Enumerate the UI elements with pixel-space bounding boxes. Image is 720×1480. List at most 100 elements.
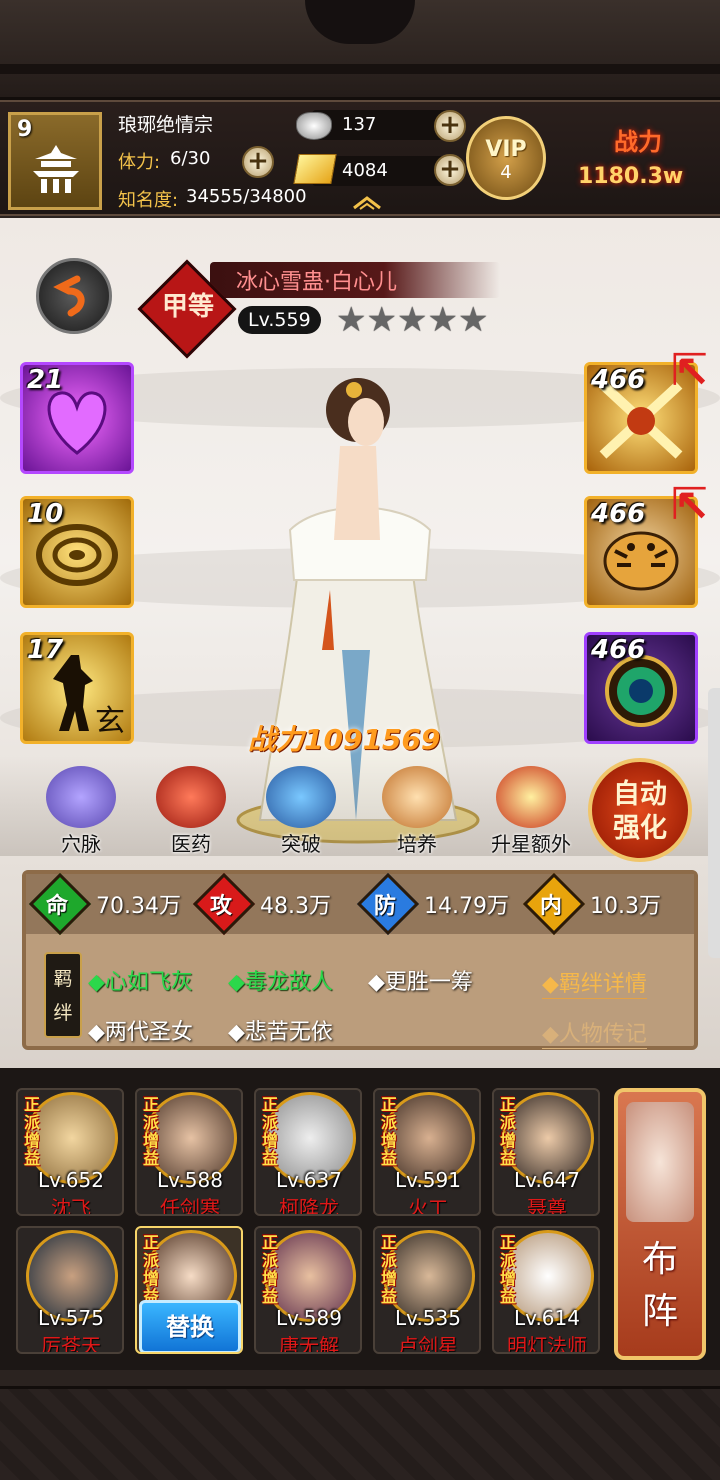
action-training[interactable]: 培养 — [372, 766, 462, 857]
action-label: 医药 — [171, 832, 211, 856]
stat-gem-label: 命 — [46, 894, 69, 919]
silver-value: 137 — [342, 114, 377, 135]
vip-level: 4 — [500, 162, 512, 183]
meridian-icon — [46, 766, 116, 828]
equipment-slot-3[interactable]: 466 — [584, 632, 698, 744]
action-breakthrough[interactable]: 突破 — [256, 766, 346, 857]
lineup-slot-6[interactable]: Lv.575 厉苍天 — [16, 1226, 124, 1354]
slot-name: 厉苍天 — [41, 1334, 101, 1354]
slot-name: 沈飞 — [51, 1196, 91, 1216]
vip-badge[interactable]: VIP 4 — [466, 116, 546, 200]
training-icon — [382, 766, 452, 828]
bond-item[interactable]: ◆毒龙故人 — [228, 964, 333, 996]
stats-panel: 命 70.34万 攻 48.3万 防 14.79万 内 10.3万 羁 绊 ◆心… — [22, 870, 698, 1050]
faction-tag: 正派增益 — [380, 1095, 397, 1168]
slot-name: 火工 — [408, 1196, 448, 1216]
equipment-slot-1[interactable]: 466 ⇱ — [584, 345, 708, 474]
slot-level: Lv.589 — [276, 1306, 342, 1330]
faction-tag: 正派增益 — [499, 1233, 516, 1306]
skill-count: 21 — [27, 365, 64, 395]
silver-bar — [312, 110, 450, 140]
equipment-slot-2[interactable]: 466 ⇱ — [584, 479, 708, 608]
bond-details-link[interactable]: ◆羁绊详情 — [542, 966, 647, 999]
slot-name: 柯降龙 — [279, 1196, 339, 1216]
bond-tag: 羁 绊 — [44, 952, 82, 1038]
faction-tag: 正派增益 — [261, 1233, 278, 1306]
bond-item[interactable]: ◆更胜一筹 — [368, 964, 473, 996]
star-icon: ★ — [396, 300, 428, 340]
bond-item[interactable]: ◆两代圣女 — [88, 1014, 193, 1046]
sect-badge[interactable]: 9 — [8, 112, 102, 210]
skill-slot-2[interactable]: 10 — [20, 496, 134, 608]
pagoda-icon — [33, 145, 79, 193]
sect-name: 琅琊绝情宗 — [118, 114, 214, 136]
lineup-slot-7-current[interactable]: 正派增益 替换 — [135, 1226, 243, 1354]
stat-value: 14.79万 — [424, 894, 509, 919]
slot-name: 聂尊 — [527, 1196, 567, 1216]
add-silver-button[interactable]: + — [434, 110, 466, 142]
bond-item[interactable]: ◆悲苦无依 — [228, 1014, 333, 1046]
upgrade-arrow-icon: ⇱ — [671, 345, 708, 396]
equipment-count: 466 — [591, 365, 646, 395]
star-rating: ★★★★★ — [336, 300, 488, 340]
bond-tag-line2: 绊 — [53, 1002, 73, 1024]
faction-tag: 正派增益 — [142, 1233, 159, 1306]
team-lineup: 正派增益 Lv.652 沈飞 正派增益 Lv.588 任剑寒 正派增益 Lv.6… — [0, 1068, 720, 1370]
fame-value: 34555/34800 — [186, 186, 307, 207]
lineup-slot-3[interactable]: 正派增益 Lv.637 柯降龙 — [254, 1088, 362, 1216]
auto-enhance-button[interactable]: 自动 强化 — [588, 758, 692, 862]
side-scroll-handle[interactable] — [708, 688, 720, 958]
action-label: 培养 — [397, 832, 437, 856]
hero-grade: 甲等 — [162, 292, 215, 322]
faction-tag: 正派增益 — [380, 1233, 397, 1306]
combat-power-value: 1180.3w — [578, 164, 684, 189]
star-icon: ★ — [336, 300, 367, 340]
auto-enhance-line2: 强化 — [613, 813, 667, 844]
hero-name: 冰心雪蛊·白心儿 — [236, 270, 397, 295]
replace-button[interactable]: 替换 — [139, 1300, 241, 1352]
roof-decoration — [0, 0, 720, 100]
slot-level: Lv.614 — [514, 1306, 580, 1330]
slot-level: Lv.575 — [38, 1306, 104, 1330]
hero-level: Lv.559 — [238, 306, 321, 334]
lineup-slot-2[interactable]: 正派增益 Lv.588 任剑寒 — [135, 1088, 243, 1216]
action-medicine[interactable]: 医药 — [146, 766, 236, 857]
chevron-up-icon[interactable] — [352, 194, 382, 210]
formation-art — [626, 1102, 694, 1222]
skill-slot-3[interactable]: 玄 17 — [20, 632, 134, 744]
gold-bar-icon — [293, 154, 337, 184]
faction-tag: 正派增益 — [23, 1095, 40, 1168]
fame-label: 知名度: — [118, 190, 179, 211]
biography-link[interactable]: ◆人物传记 — [542, 1016, 647, 1049]
footer-decoration — [0, 1386, 720, 1480]
slot-name: 明灯法师 — [507, 1334, 587, 1354]
roof-beam — [0, 64, 720, 74]
add-stamina-button[interactable]: + — [242, 146, 274, 178]
action-star-upgrade[interactable]: 升星额外 — [476, 766, 586, 857]
skill-slot-1[interactable]: 21 — [20, 362, 134, 474]
lineup-slot-4[interactable]: 正派增益 Lv.591 火工 — [373, 1088, 481, 1216]
attribute-row: 命 70.34万 攻 48.3万 防 14.79万 内 10.3万 — [26, 872, 694, 936]
star-icon: ★ — [457, 300, 489, 340]
gold-value: 4084 — [342, 160, 388, 181]
auto-enhance-line1: 自动 — [613, 779, 667, 810]
bond-item[interactable]: ◆心如飞灰 — [88, 964, 193, 996]
action-label: 升星额外 — [491, 832, 571, 856]
action-label: 突破 — [281, 832, 321, 856]
lineup-slot-5[interactable]: 正派增益 Lv.647 聂尊 — [492, 1088, 600, 1216]
lineup-slot-8[interactable]: 正派增益 Lv.589 唐无解 — [254, 1226, 362, 1354]
action-meridian[interactable]: 穴脉 — [36, 766, 126, 857]
faction-tag: 正派增益 — [499, 1095, 516, 1168]
lineup-slot-1[interactable]: 正派增益 Lv.652 沈飞 — [16, 1088, 124, 1216]
lineup-slot-9[interactable]: 正派增益 Lv.535 卢剑星 — [373, 1226, 481, 1354]
formation-button[interactable]: 布 阵 — [614, 1088, 706, 1360]
back-button[interactable] — [36, 258, 112, 334]
stat-value: 70.34万 — [96, 894, 181, 919]
lineup-slot-10[interactable]: 正派增益 Lv.614 明灯法师 — [492, 1226, 600, 1354]
skill-count: 17 — [27, 635, 64, 665]
silver-ingot-icon — [296, 112, 332, 140]
slot-level: Lv.652 — [38, 1168, 104, 1192]
faction-tag: 正派增益 — [261, 1095, 278, 1168]
add-gold-button[interactable]: + — [434, 154, 466, 186]
slot-name: 卢剑星 — [398, 1334, 458, 1354]
